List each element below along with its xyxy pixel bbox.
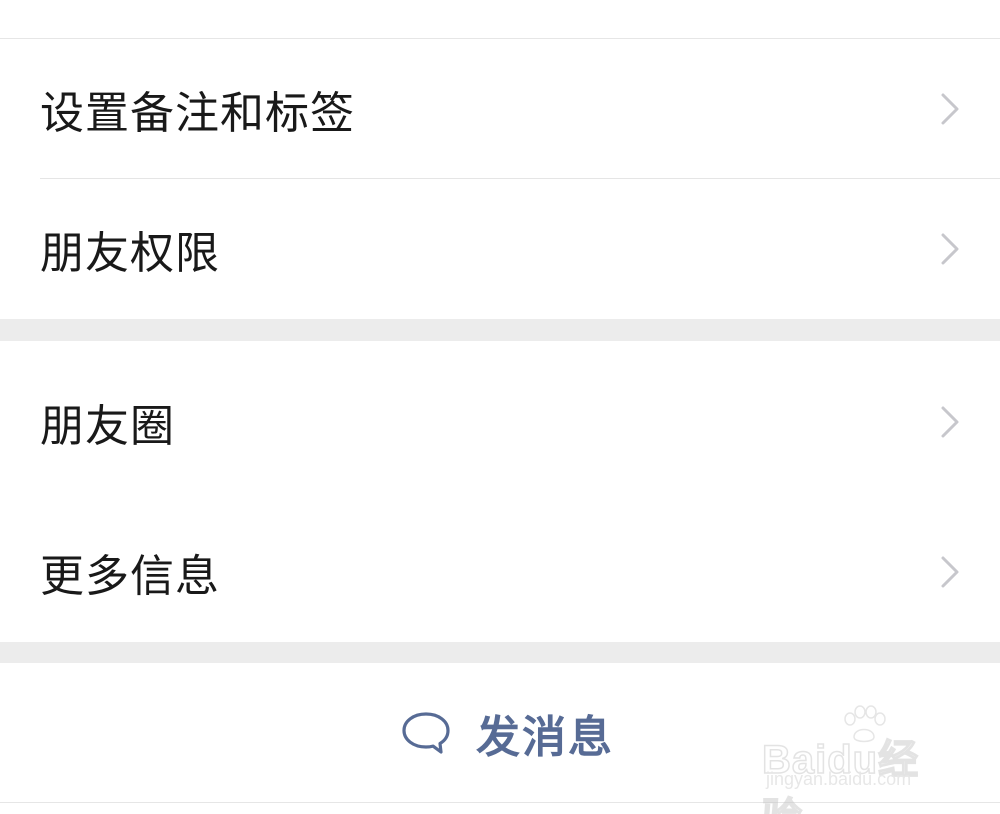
baidu-jingyan-watermark: Baidu经验 jingyan.baidu.com xyxy=(761,705,952,814)
contact-detail-page: 设置备注和标签 朋友权限 朋友圈 更多信息 发消息 Baidu经 jingyan… xyxy=(0,0,1000,814)
set-remark-and-tags-row[interactable]: 设置备注和标签 xyxy=(0,39,1000,179)
menu-group-2: 朋友圈 更多信息 xyxy=(0,341,1000,642)
set-remark-and-tags-label: 设置备注和标签 xyxy=(40,88,355,139)
more-info-row[interactable]: 更多信息 xyxy=(0,502,1000,642)
chevron-right-icon xyxy=(941,93,959,125)
friend-permissions-row[interactable]: 朋友权限 xyxy=(0,179,1000,319)
watermark-url: jingyan.baidu.com xyxy=(766,769,912,789)
send-message-label: 发消息 xyxy=(476,711,614,763)
menu-group-1: 设置备注和标签 朋友权限 xyxy=(0,39,1000,319)
top-section-edge xyxy=(0,0,1000,39)
chat-bubble-icon xyxy=(402,711,450,754)
section-gap xyxy=(0,319,1000,341)
chevron-right-icon xyxy=(941,233,959,265)
chevron-right-icon xyxy=(941,556,959,588)
chevron-right-icon xyxy=(941,406,959,437)
more-info-label: 更多信息 xyxy=(40,551,220,602)
friend-permissions-label: 朋友权限 xyxy=(40,228,220,279)
moments-label: 朋友圈 xyxy=(40,400,175,452)
send-message-button[interactable]: 发消息 xyxy=(400,701,614,765)
section-gap xyxy=(0,642,1000,663)
moments-row[interactable]: 朋友圈 xyxy=(0,341,1000,502)
